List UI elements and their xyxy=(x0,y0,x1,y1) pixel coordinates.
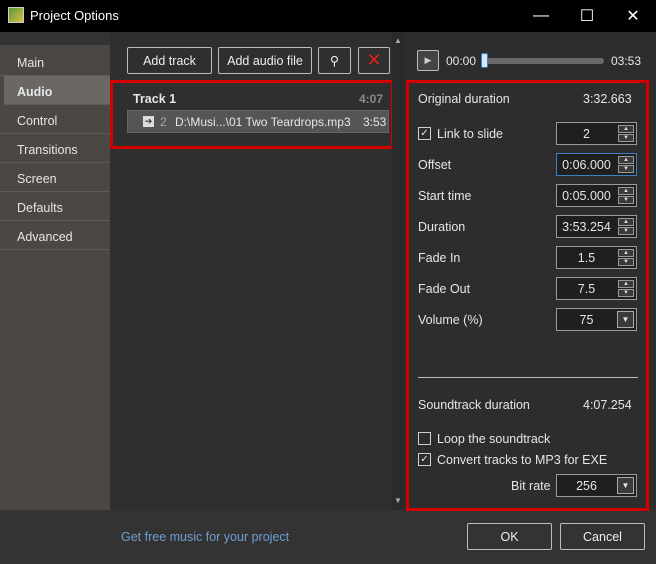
original-duration-value: 3:32.663 xyxy=(583,92,632,106)
spinner[interactable]: ▲ ▼ xyxy=(618,187,634,204)
original-duration-label: Original duration xyxy=(418,92,510,106)
fade-in-label: Fade In xyxy=(418,251,461,265)
start-time-label: Start time xyxy=(418,189,472,203)
loop-checkbox[interactable] xyxy=(418,432,431,445)
duration-label: Duration xyxy=(418,220,466,234)
sidebar-item-screen[interactable]: Screen xyxy=(0,163,110,192)
slider-handle[interactable] xyxy=(481,53,488,68)
spinner[interactable]: ▲ ▼ xyxy=(618,249,634,266)
play-button[interactable]: ▶ xyxy=(417,50,439,71)
volume-value: 75 xyxy=(579,312,594,327)
convert-mp3-label: Convert tracks to MP3 for EXE xyxy=(437,453,608,467)
scroll-up-icon[interactable]: ▲ xyxy=(394,36,402,45)
fade-out-input[interactable]: 7.5 ▲ ▼ xyxy=(556,277,637,300)
scroll-down-icon[interactable]: ▼ xyxy=(394,496,402,505)
track-name[interactable]: Track 1 xyxy=(133,92,176,106)
sidebar-item-main[interactable]: Main xyxy=(0,47,110,76)
duration-input[interactable]: 3:53.254 ▲ ▼ xyxy=(556,215,637,238)
link-to-slide-label: Link to slide xyxy=(437,127,504,141)
title-bar: Project Options — ☐ ✕ xyxy=(0,0,656,32)
volume-select[interactable]: 75 ▼ xyxy=(556,308,637,331)
spinner[interactable]: ▲ ▼ xyxy=(618,156,634,173)
check-icon: ✓ xyxy=(420,128,429,139)
free-music-link[interactable]: Get free music for your project xyxy=(121,530,289,544)
app-icon xyxy=(8,7,24,23)
offset-label: Offset xyxy=(418,158,452,172)
offset-value: 0:06.000 xyxy=(562,157,611,172)
file-path: D:\Musi...\01 Two Teardrops.mp3 xyxy=(175,115,351,129)
divider xyxy=(418,377,638,378)
spinner[interactable]: ▲ ▼ xyxy=(618,280,634,297)
bitrate-label: Bit rate xyxy=(511,479,551,493)
fade-in-value: 1.5 xyxy=(577,250,596,265)
ok-button[interactable]: OK xyxy=(467,523,552,550)
file-arrow-icon: ➔ xyxy=(143,116,154,127)
player-current-time: 00:00 xyxy=(446,54,477,68)
sidebar-item-control[interactable]: Control xyxy=(0,105,110,134)
magic-wand-button[interactable]: ⚲ xyxy=(318,47,351,74)
magic-wand-icon: ⚲ xyxy=(329,54,340,68)
player-total-time: 03:53 xyxy=(611,54,642,68)
chevron-down-icon[interactable]: ▼ xyxy=(617,477,634,494)
sidebar-item-defaults[interactable]: Defaults xyxy=(0,192,110,221)
add-track-button[interactable]: Add track xyxy=(127,47,212,74)
close-button[interactable]: ✕ xyxy=(610,0,656,32)
start-time-value: 0:05.000 xyxy=(562,188,611,203)
sidebar-item-audio[interactable]: Audio xyxy=(4,76,110,105)
spinner[interactable]: ▲ ▼ xyxy=(618,218,634,235)
sidebar-item-advanced[interactable]: Advanced xyxy=(0,221,110,250)
delete-button[interactable]: ✕ xyxy=(358,47,390,74)
duration-value: 3:53.254 xyxy=(562,219,611,234)
window-title: Project Options xyxy=(30,8,119,23)
link-to-slide-input[interactable]: 2 ▲ ▼ xyxy=(556,122,637,145)
volume-label: Volume (%) xyxy=(418,313,483,327)
maximize-button[interactable]: ☐ xyxy=(564,0,610,32)
bitrate-value: 256 xyxy=(576,478,597,493)
file-duration: 3:53 xyxy=(363,115,387,129)
cancel-button[interactable]: Cancel xyxy=(560,523,645,550)
check-icon: ✓ xyxy=(420,454,429,465)
offset-input[interactable]: 0:06.000 ▲ ▼ xyxy=(556,153,637,176)
link-to-slide-value: 2 xyxy=(583,126,590,141)
start-time-input[interactable]: 0:05.000 ▲ ▼ xyxy=(556,184,637,207)
file-index: 2 xyxy=(160,115,167,129)
bitrate-select[interactable]: 256 ▼ xyxy=(556,474,637,497)
chevron-down-icon[interactable]: ▼ xyxy=(617,311,634,328)
fade-in-input[interactable]: 1.5 ▲ ▼ xyxy=(556,246,637,269)
loop-label: Loop the soundtrack xyxy=(437,432,551,446)
minimize-button[interactable]: — xyxy=(518,0,564,32)
sidebar: Main Audio Control Transitions Screen De… xyxy=(0,45,110,510)
fade-out-label: Fade Out xyxy=(418,282,471,296)
link-to-slide-checkbox[interactable]: ✓ xyxy=(418,127,431,140)
soundtrack-duration-value: 4:07.254 xyxy=(583,398,632,412)
sidebar-item-transitions[interactable]: Transitions xyxy=(0,134,110,163)
play-icon: ▶ xyxy=(424,55,432,65)
soundtrack-duration-label: Soundtrack duration xyxy=(418,398,530,412)
track-duration: 4:07 xyxy=(359,92,384,106)
fade-out-value: 7.5 xyxy=(577,281,596,296)
player-slider[interactable] xyxy=(481,53,604,68)
add-audio-file-button[interactable]: Add audio file xyxy=(218,47,312,74)
scrollbar[interactable]: ▲ ▼ xyxy=(392,32,404,510)
track-file-row[interactable]: ➔ 2 D:\Musi...\01 Two Teardrops.mp3 3:53 xyxy=(127,110,389,133)
convert-mp3-checkbox[interactable]: ✓ xyxy=(418,453,431,466)
spinner[interactable]: ▲ ▼ xyxy=(618,125,634,142)
delete-x-icon: ✕ xyxy=(366,50,382,70)
